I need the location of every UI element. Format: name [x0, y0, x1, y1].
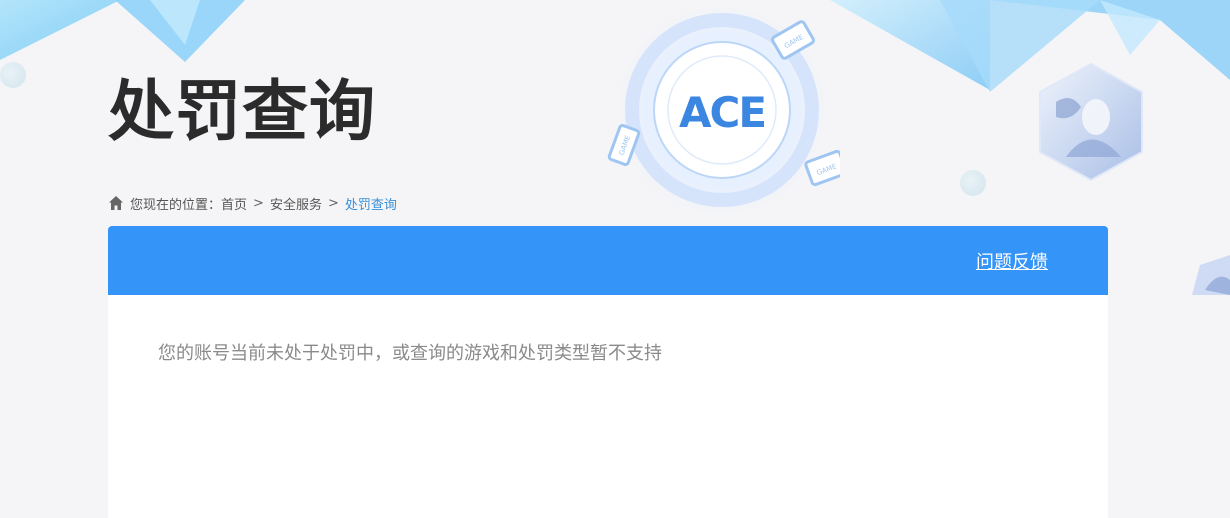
breadcrumb-security-link[interactable]: 安全服务 — [270, 194, 322, 213]
breadcrumb: 您现在的位置： 首页 > 安全服务 > 处罚查询 — [108, 194, 397, 213]
ace-logo-text: ACE — [679, 88, 765, 137]
character-portrait-decoration — [1192, 255, 1230, 295]
result-panel: 问题反馈 您的账号当前未处于处罚中，或查询的游戏和处罚类型暂不支持 — [108, 226, 1108, 518]
triangle-decoration-right — [830, 0, 1230, 92]
breadcrumb-separator: > — [327, 195, 339, 211]
page-title: 处罚查询 — [108, 73, 376, 150]
triangle-decoration-left — [0, 0, 245, 62]
character-portrait-decoration — [1039, 62, 1143, 182]
breadcrumb-home-link[interactable]: 首页 — [221, 194, 247, 213]
home-icon — [109, 196, 123, 210]
panel-header: 问题反馈 — [108, 226, 1108, 295]
feedback-link[interactable]: 问题反馈 — [976, 248, 1048, 274]
panel-body: 您的账号当前未处于处罚中，或查询的游戏和处罚类型暂不支持 — [108, 295, 1108, 409]
breadcrumb-prefix: 您现在的位置： — [130, 197, 222, 213]
breadcrumb-separator: > — [253, 195, 264, 211]
status-message: 您的账号当前未处于处罚中，或查询的游戏和处罚类型暂不支持 — [158, 343, 662, 364]
bubble-decoration — [960, 170, 986, 196]
bubble-decoration — [0, 62, 26, 88]
ace-logo-icon: ACE GAME GAME GAME — [607, 5, 840, 215]
breadcrumb-current: 处罚查询 — [344, 197, 397, 213]
